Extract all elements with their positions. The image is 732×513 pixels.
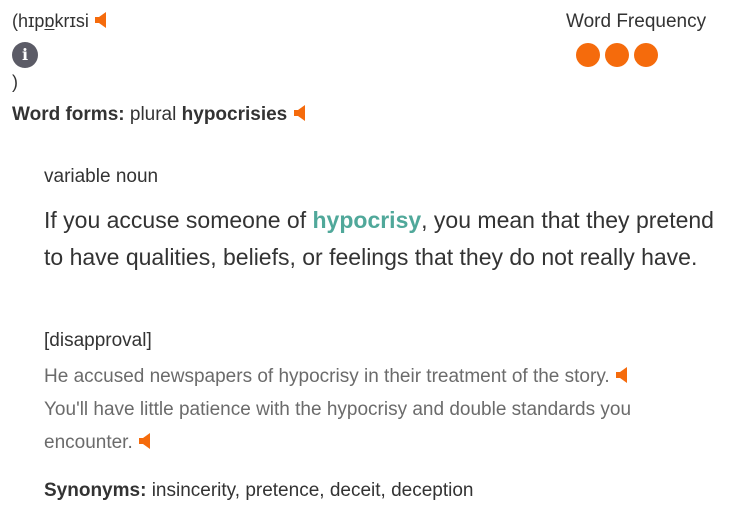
word-frequency-title: Word Frequency <box>566 11 707 32</box>
example-text: He accused newspapers of hypocrisy in th… <box>44 366 610 387</box>
frequency-dot <box>605 43 629 67</box>
word-forms-label: Word forms: <box>12 104 125 125</box>
headword-link[interactable]: hypocrisy <box>313 207 422 233</box>
speaker-icon[interactable] <box>138 432 152 450</box>
part-of-speech: variable noun <box>44 166 159 187</box>
pronunciation: (hɪpɒkrɪsi <box>12 11 108 32</box>
speaker-icon[interactable] <box>94 11 108 29</box>
word-forms-type: plural <box>129 104 177 125</box>
speaker-icon[interactable] <box>293 104 307 122</box>
word-frequency-dots <box>576 43 658 67</box>
register-label: [disapproval] <box>44 330 152 351</box>
example-sentence: You'll have little patience with the hyp… <box>44 393 714 459</box>
word-forms: Word forms: plural hypocrisies <box>12 104 307 126</box>
example-text: You'll have little patience with the hyp… <box>44 399 632 453</box>
word-forms-form: hypocrisies <box>181 104 288 125</box>
example-sentence: He accused newspapers of hypocrisy in th… <box>44 360 629 393</box>
synonyms-list: insincerity, pretence, deceit, deception <box>151 480 474 501</box>
pronunciation-close: ) <box>12 72 18 92</box>
pronunciation-open: (hɪp <box>12 11 45 31</box>
definition-before: If you accuse someone of <box>44 207 313 233</box>
synonyms: Synonyms: insincerity, pretence, deceit,… <box>44 480 473 502</box>
info-icon[interactable]: i <box>12 42 38 68</box>
pronunciation-underlined: ɒ <box>44 11 55 31</box>
frequency-dot <box>576 43 600 67</box>
pronunciation-rest: krɪsi <box>54 11 89 31</box>
definition: If you accuse someone of hypocrisy, you … <box>44 202 714 276</box>
speaker-icon[interactable] <box>615 366 629 384</box>
synonyms-label: Synonyms: <box>44 480 147 501</box>
frequency-dot <box>634 43 658 67</box>
